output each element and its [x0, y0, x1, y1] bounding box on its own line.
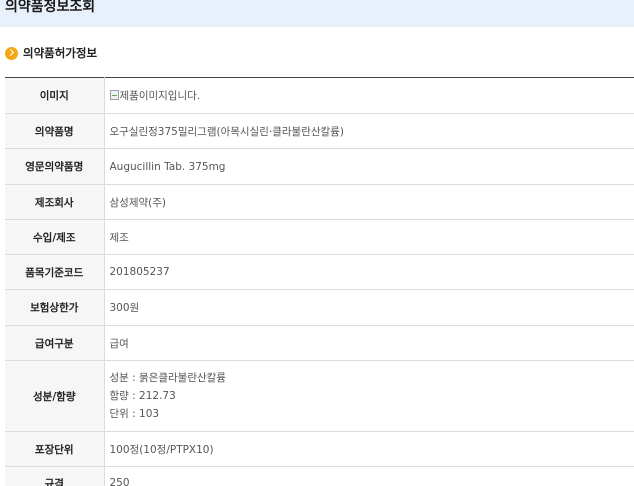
composition-unit: 단위 : 103 — [109, 408, 160, 420]
spec-value: 250 — [109, 477, 130, 486]
broken-image-icon — [109, 90, 119, 101]
row-label-product-name: 의약품명 — [5, 113, 105, 149]
english-name-value: Augucillin Tab. 375mg — [109, 160, 226, 173]
drug-info-table: 이미지 제품이미지입니다. 의약품명 오구실린정375밀리그램(아목시실린·클라… — [5, 77, 634, 486]
product-image-alt: 제품이미지입니다. — [119, 89, 201, 102]
table-row: 성분/함량 성분 : 묽은클라불란산칼륨 함량 : 212.73 단위 : 10… — [5, 360, 634, 432]
section-header: 의약품허가정보 — [5, 45, 97, 61]
row-label-package-unit: 포장단위 — [5, 431, 105, 467]
page-title: 의약품정보조회 — [5, 0, 96, 15]
table-row: 보험상한가 300원 — [5, 289, 634, 326]
section-title: 의약품허가정보 — [23, 46, 98, 60]
row-label-max-price: 보험상한가 — [5, 289, 105, 326]
table-row: 수입/제조 제조 — [5, 219, 634, 255]
package-unit-value: 100정(10정/PTPX10) — [109, 443, 214, 456]
table-row: 규격 250 — [5, 466, 634, 486]
max-price-value: 300원 — [109, 302, 140, 314]
table-row: 포장단위 100정(10정/PTPX10) — [5, 431, 634, 467]
import-type-value: 제조 — [109, 231, 129, 244]
table-row: 품목기준코드 201805237 — [5, 254, 634, 290]
composition-amount: 함량 : 212.73 — [109, 390, 176, 402]
table-row: 급여구분 급여 — [5, 325, 634, 361]
row-label-manufacturer: 제조회사 — [5, 184, 105, 220]
row-label-benefit-type: 급여구분 — [5, 325, 105, 361]
product-image-placeholder: 제품이미지입니다. — [109, 88, 201, 103]
row-label-english-name: 영문의약품명 — [5, 148, 105, 185]
table-row: 의약품명 오구실린정375밀리그램(아목시실린·클라불란산칼륨) — [5, 113, 634, 149]
benefit-type-value: 급여 — [109, 337, 129, 350]
product-image: 제품이미지입니다. — [104, 78, 634, 114]
chevron-right-circle-icon — [5, 46, 18, 60]
row-label-spec: 규격 — [5, 466, 105, 486]
table-row: 이미지 제품이미지입니다. — [5, 77, 634, 114]
table-row: 영문의약품명 Augucillin Tab. 375mg — [5, 148, 634, 185]
item-code-value: 201805237 — [109, 266, 170, 278]
row-label-item-code: 품목기준코드 — [5, 254, 105, 290]
composition-value: 성분 : 묽은클라불란산칼륨 함량 : 212.73 단위 : 103 — [104, 361, 634, 432]
table-row: 제조회사 삼성제약(주) — [5, 184, 634, 220]
composition-ingredient: 성분 : 묽은클라불란산칼륨 — [109, 372, 226, 384]
manufacturer-value: 삼성제약(주) — [109, 196, 167, 209]
row-label-image: 이미지 — [5, 77, 105, 114]
row-label-import-type: 수입/제조 — [5, 219, 105, 255]
page-header: 의약품정보조회 — [0, 0, 634, 27]
product-name-value: 오구실린정375밀리그램(아목시실린·클라불란산칼륨) — [109, 125, 344, 138]
row-label-composition: 성분/함량 — [5, 360, 105, 432]
